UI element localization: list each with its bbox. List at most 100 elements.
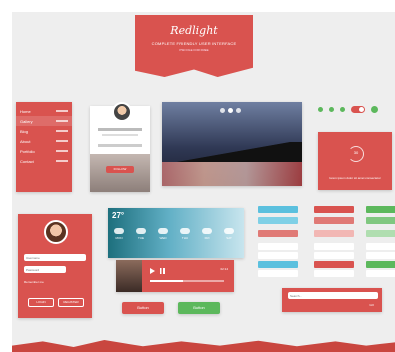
menu-icon — [56, 160, 68, 162]
album-art — [116, 260, 142, 292]
toggle-group — [318, 106, 378, 113]
ui-kit-canvas: Redlight COMPLETE FRIENDLY USER INTERFAC… — [12, 12, 395, 352]
weather-day: SAT — [224, 228, 234, 240]
weather-days: MON TUE WED THU FRI SAT — [114, 228, 234, 240]
cloud-icon — [114, 228, 124, 234]
play-icon[interactable] — [150, 268, 155, 274]
timer-caption: lorem ipsum dolor sit amet consectetur — [329, 176, 381, 180]
register-button[interactable]: REGISTER — [58, 298, 84, 307]
search-input[interactable] — [288, 292, 378, 299]
list-row[interactable] — [314, 243, 354, 250]
follow-button[interactable]: FOLLOW — [106, 166, 134, 173]
menu-icon — [56, 150, 68, 152]
search-go-button[interactable]: GO — [369, 303, 374, 307]
logo: Redlight — [170, 24, 218, 37]
cloud-icon — [224, 228, 234, 234]
menu-icon — [56, 130, 68, 132]
green-button[interactable]: Button — [178, 302, 220, 314]
menu-icon — [56, 140, 68, 142]
menu-item-home[interactable]: Home — [16, 106, 72, 116]
list-row[interactable] — [258, 243, 298, 250]
blue-tag[interactable] — [258, 217, 298, 224]
search-widget: GO — [282, 288, 382, 312]
profile-photo-strip — [90, 154, 150, 192]
list-row[interactable] — [366, 252, 395, 259]
weather-day: FRI — [202, 228, 212, 240]
red-tag[interactable] — [314, 230, 354, 237]
list-row[interactable] — [258, 252, 298, 259]
city-lights — [162, 162, 302, 186]
green-dot[interactable] — [340, 107, 345, 112]
music-player: 02:14 — [116, 260, 234, 292]
slider-dots — [220, 108, 241, 113]
pause-icon[interactable] — [160, 268, 165, 274]
blue-tag[interactable] — [258, 206, 298, 213]
timer-widget: 30 lorem ipsum dolor sit amet consectetu… — [318, 132, 392, 190]
timer-value: 30 — [353, 150, 359, 155]
bottom-banner — [12, 340, 395, 352]
green-tag[interactable] — [366, 206, 395, 213]
list-row[interactable] — [366, 243, 395, 250]
list-row[interactable] — [314, 252, 354, 259]
menu-item-gallery[interactable]: Gallery — [16, 116, 72, 126]
green-dot[interactable] — [371, 106, 378, 113]
weather-day: WED — [158, 228, 168, 240]
cloud-icon — [180, 228, 190, 234]
green-tag[interactable] — [366, 217, 395, 224]
list-row[interactable] — [258, 270, 298, 277]
progress-bar[interactable] — [150, 280, 224, 282]
remember-label[interactable]: Remember me — [24, 280, 44, 284]
red-button[interactable]: Button — [122, 302, 164, 314]
green-dot[interactable] — [329, 107, 334, 112]
tag-column-red — [314, 206, 354, 277]
list-row-active[interactable] — [258, 261, 298, 268]
slider-dot[interactable] — [220, 108, 225, 113]
list-row-active[interactable] — [366, 261, 395, 268]
progress-fill — [150, 280, 184, 282]
temperature: 27° — [112, 211, 125, 220]
sidebar-menu: Home Gallery Blog About Portfolio Contac… — [16, 102, 72, 192]
cloud-icon — [202, 228, 212, 234]
menu-item-contact[interactable]: Contact — [16, 156, 72, 166]
cloud-icon — [158, 228, 168, 234]
toggle-knob — [359, 107, 364, 112]
weather-day: THU — [180, 228, 190, 240]
toggle-switch[interactable] — [351, 106, 365, 113]
red-tag[interactable] — [314, 206, 354, 213]
slider-dot[interactable] — [236, 108, 241, 113]
tag-column-blue — [258, 206, 298, 277]
tag-column-green — [366, 206, 395, 277]
photo-slider — [162, 102, 302, 186]
banner-title: COMPLETE FRIENDLY USER INTERFACE — [151, 41, 237, 46]
menu-item-about[interactable]: About — [16, 136, 72, 146]
login-button[interactable]: LOGIN — [28, 298, 54, 307]
list-row[interactable] — [314, 270, 354, 277]
green-dot[interactable] — [318, 107, 323, 112]
weather-day: TUE — [136, 228, 146, 240]
menu-item-blog[interactable]: Blog — [16, 126, 72, 136]
banner-subtitle: PSD FILE FOR FREE — [179, 48, 209, 52]
bridge-silhouette — [162, 142, 302, 162]
profile-line — [98, 144, 142, 147]
header-banner: Redlight COMPLETE FRIENDLY USER INTERFAC… — [135, 15, 253, 77]
profile-card: FOLLOW — [90, 102, 150, 192]
slider-dot[interactable] — [228, 108, 233, 113]
password-field[interactable] — [24, 266, 66, 273]
list-row-active[interactable] — [314, 261, 354, 268]
red-tag[interactable] — [314, 217, 354, 224]
profile-line — [98, 128, 142, 131]
weather-widget: 27° MON TUE WED THU FRI SAT — [108, 208, 244, 258]
menu-item-portfolio[interactable]: Portfolio — [16, 146, 72, 156]
list-row[interactable] — [366, 270, 395, 277]
profile-line — [102, 134, 138, 136]
username-field[interactable] — [24, 254, 86, 261]
menu-icon — [56, 120, 68, 122]
login-panel: Remember me LOGIN REGISTER — [18, 214, 92, 318]
green-tag[interactable] — [366, 230, 395, 237]
red-tag[interactable] — [258, 230, 298, 237]
avatar — [112, 102, 132, 122]
weather-day: MON — [114, 228, 124, 240]
login-avatar — [44, 220, 68, 244]
player-time: 02:14 — [220, 267, 228, 271]
menu-icon — [56, 110, 68, 112]
